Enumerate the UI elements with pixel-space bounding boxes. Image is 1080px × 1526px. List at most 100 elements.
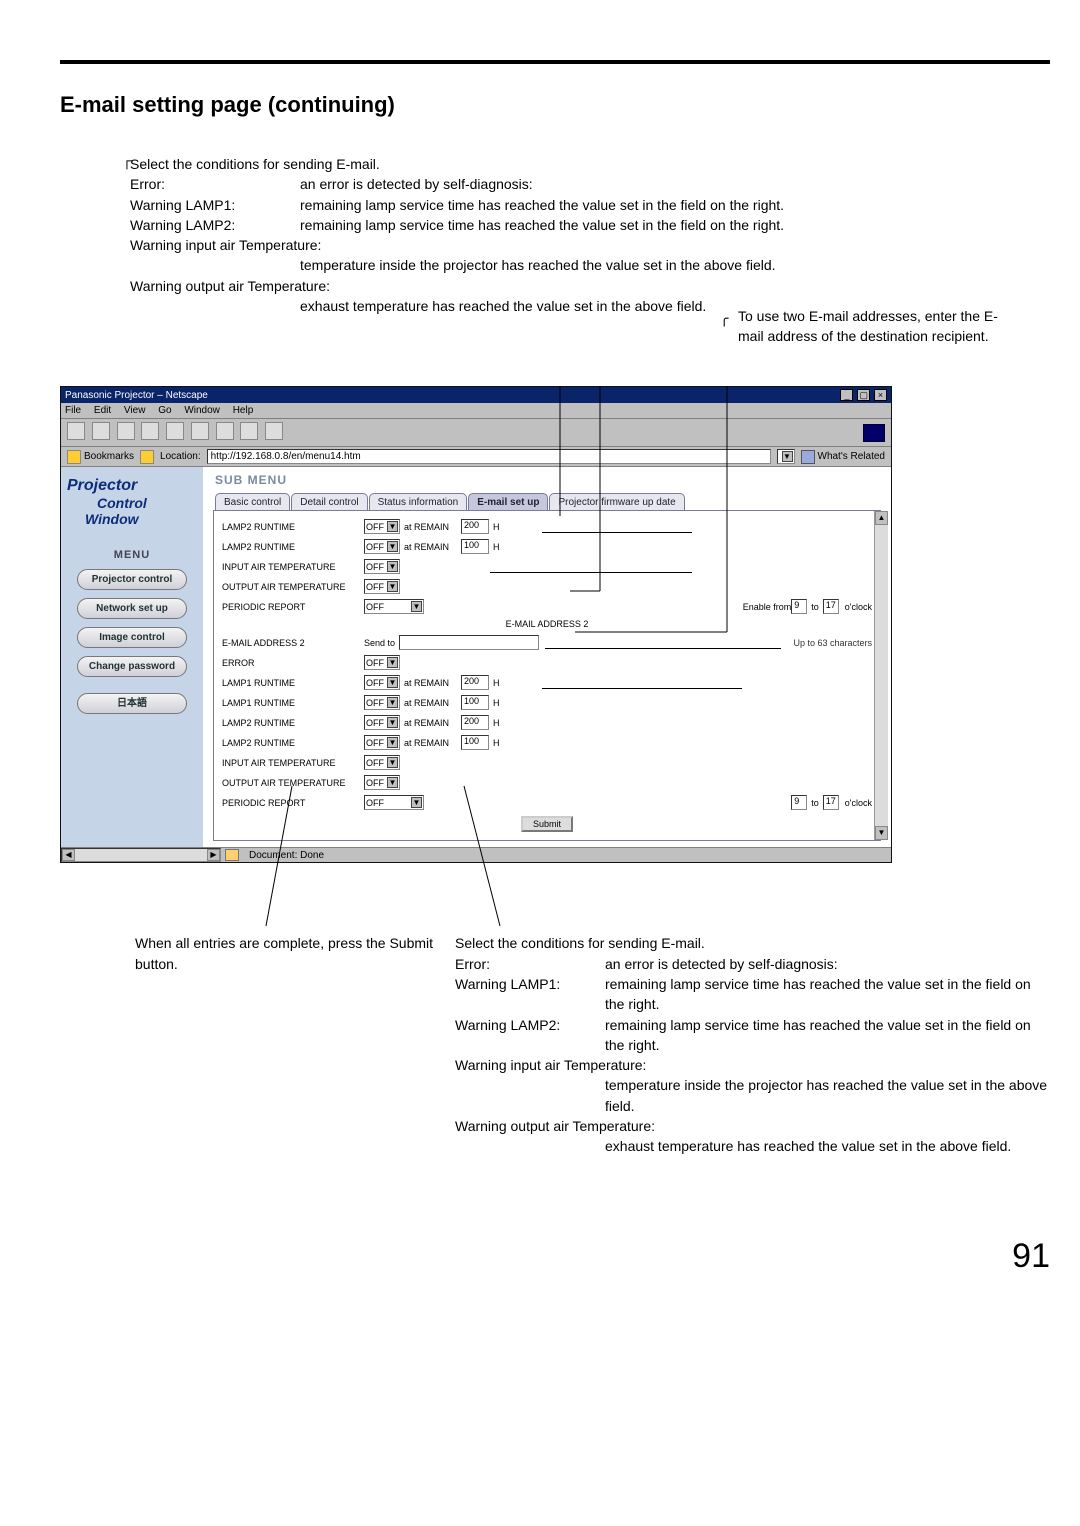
menu-file[interactable]: File [65,405,81,416]
form-row: LAMP2 RUNTIME OFF▼ at REMAIN 100 H [222,735,872,750]
at-remain-label: at REMAIN [404,698,449,708]
bookmarks-icon[interactable] [67,450,81,464]
row-key: Warning LAMP1: [455,974,605,1015]
menu-window[interactable]: Window [184,405,220,416]
bookmarks-label[interactable]: Bookmarks [84,451,134,462]
tab-detail-control[interactable]: Detail control [291,493,367,511]
status-bar: ◀▶ Document: Done [61,847,891,862]
chevron-down-icon[interactable]: ▼ [387,541,398,552]
menu-edit[interactable]: Edit [94,405,111,416]
menu-help[interactable]: Help [233,405,254,416]
status-icon [225,849,239,861]
row-key: Warning output air Temperature: [130,278,330,294]
email-address-input[interactable] [399,635,539,650]
select-off[interactable]: OFF▼ [364,675,400,690]
menu-view[interactable]: View [124,405,146,416]
chevron-down-icon[interactable]: ▼ [387,777,398,788]
chevron-down-icon[interactable]: ▼ [782,451,793,462]
chevron-down-icon[interactable]: ▼ [387,757,398,768]
select-off[interactable]: OFF▼ [364,579,400,594]
chevron-down-icon[interactable]: ▼ [387,561,398,572]
maximize-icon[interactable]: ▢ [857,389,870,401]
from-input[interactable]: 9 [791,795,807,810]
to-input[interactable]: 17 [823,795,839,810]
select-off[interactable]: OFF▼ [364,559,400,574]
from-input[interactable]: 9 [791,599,807,614]
submit-button[interactable]: Submit [521,816,573,832]
select-off[interactable]: OFF▼ [364,519,400,534]
select-off[interactable]: OFF▼ [364,795,424,810]
value-input[interactable]: 200 [461,715,489,730]
unit-label: H [493,678,500,688]
value-input[interactable]: 100 [461,695,489,710]
value-input[interactable]: 200 [461,675,489,690]
select-off[interactable]: OFF▼ [364,655,400,670]
tab-firmware-update[interactable]: Projector firmware up date [549,493,684,511]
chevron-down-icon[interactable]: ▼ [387,521,398,532]
sidebar-item-image-control[interactable]: Image control [77,627,187,648]
select-off[interactable]: OFF▼ [364,599,424,614]
chevron-down-icon[interactable]: ▼ [387,697,398,708]
forward-icon[interactable] [92,422,110,440]
whats-related-icon[interactable] [801,450,815,464]
scroll-right-icon[interactable]: ▶ [207,849,220,861]
to-input[interactable]: 17 [823,599,839,614]
guide-icon[interactable] [191,422,209,440]
value-input[interactable]: 100 [461,539,489,554]
scroll-left-icon[interactable]: ◀ [62,849,75,861]
search-icon[interactable] [166,422,184,440]
sidebar-item-network-setup[interactable]: Network set up [77,598,187,619]
sidebar-menu-title: MENU [114,549,150,561]
horizontal-scrollbar[interactable]: ◀▶ [61,848,221,862]
chevron-down-icon[interactable]: ▼ [411,797,422,808]
row-key: Warning input air Temperature: [455,1057,646,1073]
select-off[interactable]: OFF▼ [364,775,400,790]
chevron-down-icon[interactable]: ▼ [411,601,422,612]
chevron-down-icon[interactable]: ▼ [387,677,398,688]
row-key: Warning input air Temperature: [130,237,321,253]
value-input[interactable]: 200 [461,519,489,534]
row-label: PERIODIC REPORT [222,798,364,808]
value-input[interactable]: 100 [461,735,489,750]
whats-related-label[interactable]: What's Related [818,451,886,462]
tab-basic-control[interactable]: Basic control [215,493,290,511]
print-icon[interactable] [216,422,234,440]
row-key: Warning LAMP2: [455,1015,605,1056]
scroll-down-icon[interactable]: ▼ [875,826,888,840]
location-dropdown[interactable]: ▼ [777,449,795,464]
form-area: ▲ ▼ LAMP2 RUNTIME OFF▼ at REMAIN 200 H L… [213,510,881,841]
row-val: remaining lamp service time has reached … [300,195,1050,215]
scroll-up-icon[interactable]: ▲ [875,511,888,525]
tab-status-information[interactable]: Status information [369,493,468,511]
at-remain-label: at REMAIN [404,678,449,688]
chevron-down-icon[interactable]: ▼ [387,657,398,668]
chevron-down-icon[interactable]: ▼ [387,581,398,592]
select-off[interactable]: OFF▼ [364,755,400,770]
close-icon[interactable]: × [874,389,887,401]
row-label: LAMP2 RUNTIME [222,522,364,532]
bottom-left-callout: When all entries are complete, press the… [135,933,455,1156]
select-off[interactable]: OFF▼ [364,735,400,750]
home-icon[interactable] [141,422,159,440]
chevron-down-icon[interactable]: ▼ [387,737,398,748]
bottom-right-callout: Select the conditions for sending E-mail… [455,933,1050,1156]
select-off[interactable]: OFF▼ [364,695,400,710]
sidebar-item-projector-control[interactable]: Projector control [77,569,187,590]
sidebar-item-change-password[interactable]: Change password [77,656,187,677]
minimize-icon[interactable]: _ [840,389,853,401]
menu-go[interactable]: Go [158,405,171,416]
vertical-scrollbar[interactable]: ▲ ▼ [874,511,888,840]
app-logo: Projector Control Window [61,467,203,543]
stop-icon[interactable] [265,422,283,440]
location-input[interactable] [207,449,771,464]
menubar[interactable]: File Edit View Go Window Help [61,403,891,419]
sidebar-item-japanese[interactable]: 日本語 [77,693,187,714]
select-off[interactable]: OFF▼ [364,539,400,554]
submenu-title: SUB MENU [215,473,881,487]
tab-email-setup[interactable]: E-mail set up [468,493,548,511]
reload-icon[interactable] [117,422,135,440]
chevron-down-icon[interactable]: ▼ [387,717,398,728]
back-icon[interactable] [67,422,85,440]
select-off[interactable]: OFF▼ [364,715,400,730]
security-icon[interactable] [240,422,258,440]
